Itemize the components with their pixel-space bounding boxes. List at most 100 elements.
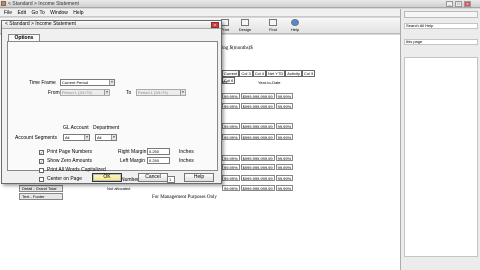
report-row: 99.99% $999,999,999.99 99.99% xyxy=(222,164,322,170)
time-frame-value: Current Period xyxy=(62,80,89,85)
find-button[interactable]: Find xyxy=(264,19,282,33)
row-pct: 99.99% xyxy=(275,175,294,181)
col-header: Net YTD xyxy=(266,70,286,77)
row-pct: 99.99% xyxy=(275,155,294,161)
print-page-numbers-checkbox[interactable]: ✓ xyxy=(39,150,44,155)
gl-account-select[interactable]: All ▼ xyxy=(63,134,90,141)
col-header: Col 3 xyxy=(239,70,253,77)
row-amount: $999,999,999.99 xyxy=(240,103,275,109)
printer-icon xyxy=(221,19,229,26)
chevron-down-icon: ▼ xyxy=(109,80,114,85)
dialog-close-icon[interactable]: x xyxy=(211,22,219,28)
print-all-words-capitalized-checkbox[interactable] xyxy=(39,168,44,173)
left-margin-input[interactable]: 0.250 xyxy=(147,157,170,164)
report-sample-text: Not allocated xyxy=(107,186,131,191)
menu-help[interactable]: Help xyxy=(73,10,83,16)
department-label: Department xyxy=(93,125,120,131)
time-frame-select[interactable]: Current Period ▼ xyxy=(60,79,115,86)
left-margin-unit: Inches xyxy=(179,158,194,164)
report-row: 99.99% $999,999,999.99 99.99% xyxy=(222,123,322,129)
center-on-page-label: Center on Page xyxy=(47,176,83,182)
report-row: 99.99% $999,999,999.99 99.99% xyxy=(222,155,322,161)
from-select[interactable]: Period 1 (3/1/79) ▼ xyxy=(60,89,110,96)
design-label: Design xyxy=(238,27,252,32)
print-page-numbers-label: Print Page Numbers xyxy=(47,149,93,155)
find-label: Find xyxy=(269,27,277,32)
report-row: 99.99% $999,999,999.99 99.99% xyxy=(222,185,322,191)
menu-goto[interactable]: Go To xyxy=(31,10,44,16)
row-pct: 99.99% xyxy=(275,123,294,129)
row-amount: $999,999,999.99 xyxy=(240,155,275,161)
row-amount: $999,999,999.99 xyxy=(240,175,275,181)
row-pct: 99.99% xyxy=(222,175,240,181)
row-pct: 99.99% xyxy=(222,123,240,129)
design-button[interactable]: Design xyxy=(236,19,254,33)
col-header: Current xyxy=(222,70,240,77)
report-footer-note: For Management Purposes Only xyxy=(152,195,217,200)
menu-window[interactable]: Window xyxy=(50,10,68,16)
to-value: Period 1 (3/1/79) xyxy=(138,90,168,95)
row-pct: 99.99% xyxy=(222,93,240,99)
design-icon xyxy=(241,19,249,26)
chevron-down-icon: ▼ xyxy=(180,90,185,95)
help-icon xyxy=(291,19,299,26)
copies-input[interactable]: 1 xyxy=(167,176,175,183)
cancel-button[interactable]: Cancel xyxy=(138,173,168,182)
row-amount: $999,999,999.99 xyxy=(240,93,275,99)
time-frame-label: Time Frame xyxy=(29,80,56,86)
department-select[interactable]: All ▼ xyxy=(95,134,117,141)
band-label-footer[interactable]: Text - Footer xyxy=(19,193,63,200)
chevron-down-icon: ▼ xyxy=(104,90,109,95)
help-content-panel xyxy=(404,57,478,257)
col-header: Col 4 xyxy=(252,70,267,77)
right-margin-unit: Inches xyxy=(179,149,194,155)
help-link[interactable]: this page xyxy=(404,39,478,45)
ok-button[interactable]: OK xyxy=(92,173,122,182)
dialog-title: < Standard > Income Statement xyxy=(2,21,221,29)
options-tab-panel: Time Frame Current Period ▼ From Period 1… xyxy=(7,41,218,183)
band-label-grand-total[interactable]: Detail - Grand Total xyxy=(19,185,63,192)
help-button[interactable]: Help xyxy=(286,19,304,33)
report-row: 99.99% $999,999,999.99 99.99% xyxy=(222,175,322,181)
show-zero-amounts-checkbox[interactable]: ✓ xyxy=(39,159,44,164)
report-subheader-ytd: Year-to-Date xyxy=(258,80,281,85)
row-pct: 99.99% xyxy=(275,93,294,99)
report-subheader-left: nts xyxy=(222,79,228,84)
help-label: Help xyxy=(290,27,300,32)
close-icon[interactable]: x xyxy=(464,1,471,7)
row-pct: 99.99% xyxy=(275,164,294,170)
center-on-page-checkbox[interactable] xyxy=(39,177,44,182)
app-title: < Standard > Income Statement xyxy=(8,1,79,7)
gl-account-label: GL Account xyxy=(63,125,89,131)
report-row: 99.99% $999,999,999.99 99.99% xyxy=(222,134,322,140)
help-search-input[interactable]: Search All Help xyxy=(404,23,478,29)
row-pct: 99.99% xyxy=(222,134,240,140)
minimize-icon[interactable]: _ xyxy=(446,1,453,7)
col-header: Col 5 xyxy=(301,70,316,77)
right-margin-label: Right Margin xyxy=(118,149,147,155)
from-label: From xyxy=(48,90,60,96)
row-amount: $999,999,999.99 xyxy=(240,185,275,191)
right-margin-input[interactable]: 0.250 xyxy=(147,148,170,155)
menu-bar: File Edit Go To Window Help xyxy=(0,9,400,17)
report-column-headers: Current Col 3 Col 4 Net YTD Activity Col 5Col… xyxy=(222,70,322,84)
row-amount: $999,999,999.99 xyxy=(240,134,275,140)
options-dialog: < Standard > Income Statement x Options … xyxy=(1,20,222,184)
to-select[interactable]: Period 1 (3/1/79) ▼ xyxy=(136,89,186,96)
help-pane: Search All Help this page xyxy=(400,9,480,270)
row-pct: 99.99% xyxy=(275,134,294,140)
department-value: All xyxy=(97,135,102,140)
to-label: To xyxy=(126,90,132,96)
menu-edit[interactable]: Edit xyxy=(17,10,26,16)
gl-account-value: All xyxy=(65,135,70,140)
chevron-down-icon: ▼ xyxy=(111,135,116,140)
report-row: 99.99% $999,999,999.99 99.99% xyxy=(222,103,322,109)
report-row: 99.99% $999,999,999.99 99.99% xyxy=(222,93,322,99)
menu-file[interactable]: File xyxy=(4,10,12,16)
row-pct: 99.99% xyxy=(222,155,240,161)
report-title-fragment: ing $(months)$ xyxy=(222,46,253,51)
maximize-icon[interactable]: □ xyxy=(455,1,462,7)
dialog-help-button[interactable]: Help xyxy=(184,173,214,182)
find-icon xyxy=(269,19,277,26)
left-margin-label: Left Margin xyxy=(120,158,146,164)
